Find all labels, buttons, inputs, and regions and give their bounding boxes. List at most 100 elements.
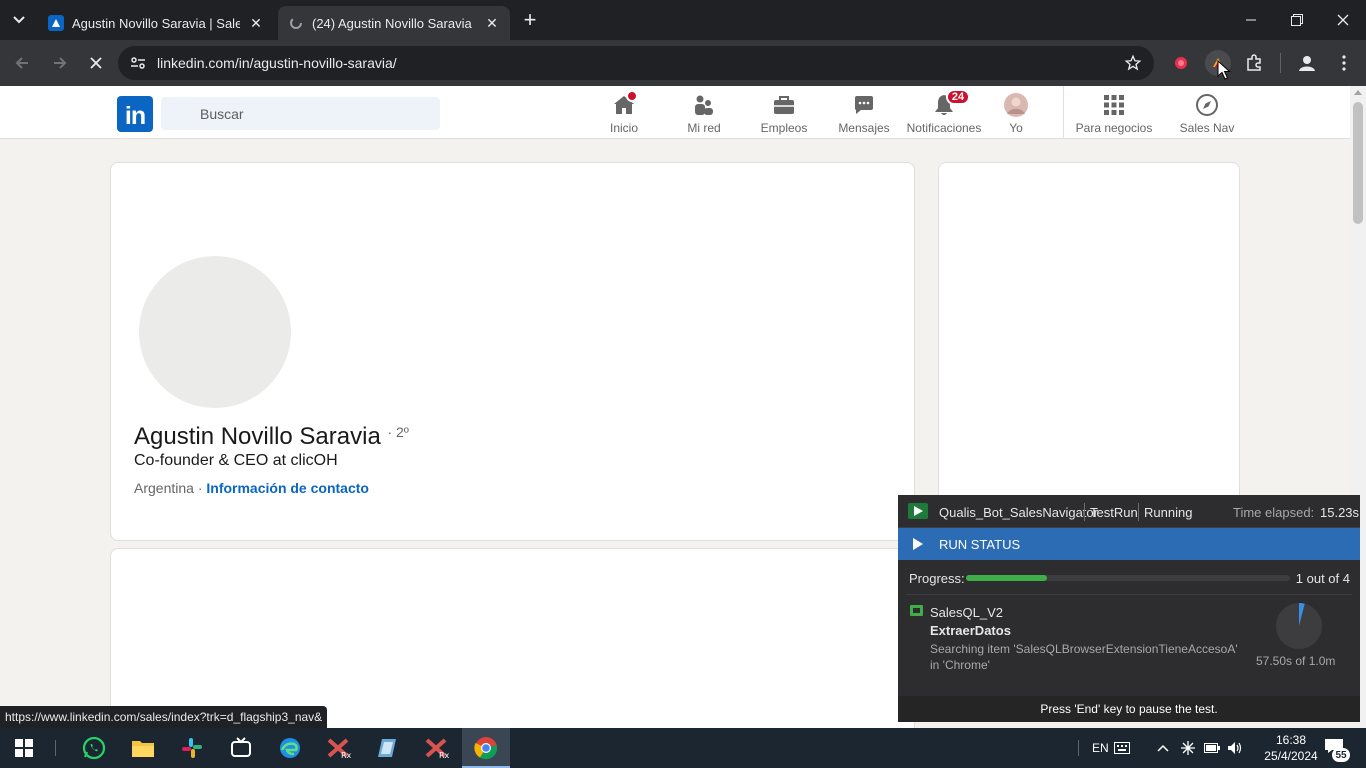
progress-bar-fill <box>966 575 1047 581</box>
test-name: Qualis_Bot_SalesNavigator <box>939 505 1098 520</box>
messaging-icon <box>852 93 876 117</box>
tab-search-button[interactable] <box>6 8 32 32</box>
svg-text:Rx: Rx <box>341 751 352 759</box>
nav-inicio[interactable]: Inicio <box>584 86 664 139</box>
scroll-up-arrow-icon[interactable] <box>1354 90 1362 95</box>
stop-loading-button[interactable] <box>82 49 110 77</box>
taskbar-whatsapp[interactable] <box>70 728 118 768</box>
linkedin-header: in Buscar Inicio Mi red Empleos Mensajes… <box>0 86 1350 139</box>
profile-photo-placeholder[interactable] <box>139 256 291 408</box>
nav-label: Yo <box>1009 121 1023 135</box>
run-type: TestRun <box>1090 505 1138 520</box>
step-name: ExtraerDatos <box>930 623 1011 638</box>
notification-count: 55 <box>1332 748 1350 762</box>
taskbar-slack[interactable] <box>168 728 216 768</box>
taskbar-file-explorer[interactable] <box>119 728 167 768</box>
step-description: Searching item 'SalesQLBrowserExtensionT… <box>930 642 1238 672</box>
back-button[interactable] <box>8 49 36 77</box>
scrollbar-thumb[interactable] <box>1353 102 1363 224</box>
search-input[interactable]: Buscar <box>161 97 440 130</box>
address-bar[interactable]: linkedin.com/in/agustin-novillo-saravia/ <box>118 46 1154 80</box>
url-text[interactable]: linkedin.com/in/agustin-novillo-saravia/ <box>157 55 397 71</box>
briefcase-icon <box>772 93 796 117</box>
close-tab-icon[interactable]: ✕ <box>482 13 502 33</box>
taskbar-rx-tool[interactable]: Rx <box>315 728 363 768</box>
clock-time: 16:38 <box>1275 733 1307 747</box>
close-tab-icon[interactable]: ✕ <box>246 13 266 33</box>
run-state: Running <box>1144 505 1193 520</box>
battery-icon[interactable] <box>1204 728 1220 768</box>
profile-avatar-icon[interactable] <box>1294 50 1320 76</box>
extension-red-icon[interactable] <box>1168 50 1194 76</box>
elapsed-label: Time elapsed: <box>1233 505 1315 520</box>
test-case-name: SalesQL_V2 <box>930 605 1003 620</box>
chrome-menu-icon[interactable] <box>1331 50 1357 76</box>
bookmark-star-icon[interactable] <box>1122 52 1144 74</box>
run-status-bar[interactable]: RUN STATUS <box>898 528 1360 560</box>
tab-title: (24) Agustin Novillo Saravia | LinkedIn <box>312 15 476 31</box>
timer-text: 57.50s of 1.0m <box>1256 654 1336 668</box>
nav-notificaciones[interactable]: 24 Notificaciones <box>904 86 984 139</box>
notification-count-badge: 24 <box>946 89 970 105</box>
notification-dot <box>626 90 638 102</box>
restore-button[interactable] <box>1274 0 1320 40</box>
edge-icon <box>280 738 300 758</box>
windows-logo-icon <box>15 739 33 757</box>
nav-mensajes[interactable]: Mensajes <box>824 86 904 139</box>
keyboard-icon[interactable] <box>1114 728 1130 768</box>
contact-info-link[interactable]: Información de contacto <box>206 480 369 496</box>
arrow-right-icon <box>54 57 67 69</box>
taskbar-divider <box>55 740 56 756</box>
search-placeholder: Buscar <box>200 106 244 122</box>
close-icon <box>1337 14 1349 26</box>
network-tray-icon[interactable] <box>1181 728 1195 768</box>
extensions-puzzle-icon[interactable] <box>1241 50 1267 76</box>
start-button[interactable] <box>0 728 48 768</box>
run-status-title: RUN STATUS <box>939 537 1021 552</box>
site-info-icon[interactable] <box>128 53 148 73</box>
progress-bar <box>966 575 1290 581</box>
show-hidden-icons-chevron-icon[interactable] <box>1157 728 1169 768</box>
nav-para-negocios[interactable]: Para negocios <box>1074 86 1154 139</box>
volume-icon[interactable] <box>1227 728 1243 768</box>
nav-empleos[interactable]: Empleos <box>744 86 824 139</box>
close-window-button[interactable] <box>1320 0 1366 40</box>
taskbar-edge[interactable] <box>266 728 314 768</box>
run-play-icon <box>908 503 928 519</box>
system-clock[interactable]: 16:38 25/4/2024 <box>1262 732 1320 764</box>
link-status-url: https://www.linkedin.com/sales/index?trk… <box>0 706 328 728</box>
grid-icon <box>1102 93 1126 117</box>
language-indicator[interactable]: EN <box>1092 728 1109 768</box>
profile-section-card <box>110 548 915 728</box>
rx-icon: Rx <box>327 738 352 759</box>
forward-button[interactable] <box>46 49 74 77</box>
notification-center-button[interactable]: 55 <box>1322 736 1350 762</box>
nav-yo[interactable]: Yo <box>976 86 1056 139</box>
taskbar-chrome[interactable] <box>462 728 510 768</box>
nav-label: Empleos <box>760 121 808 135</box>
nav-label: Inicio <box>609 121 638 135</box>
taskbar-notes-app[interactable] <box>364 728 412 768</box>
taskbar-rx-tool-2[interactable]: Rx <box>413 728 461 768</box>
toolbar-divider <box>1280 53 1281 73</box>
profile-top-card: Agustin Novillo Saravia · 2º Co-founder … <box>110 162 915 541</box>
expand-arrow-icon <box>913 538 923 550</box>
right-rail-card <box>938 162 1240 507</box>
tv-app-icon <box>231 737 251 757</box>
browser-tab[interactable]: Agustin Novillo Saravia | Sales Navigato… <box>38 6 274 40</box>
browser-tab-active[interactable]: (24) Agustin Novillo Saravia | LinkedIn … <box>278 6 510 40</box>
slack-icon <box>182 738 202 758</box>
chevron-down-icon <box>13 16 25 24</box>
profile-location: Argentina · <box>134 480 203 496</box>
linkedin-logo[interactable]: in <box>117 96 153 132</box>
taskbar-app-icon[interactable] <box>217 728 265 768</box>
nav-mi-red[interactable]: Mi red <box>664 86 744 139</box>
nav-label: Mensajes <box>838 121 890 135</box>
new-tab-button[interactable]: + <box>518 7 542 32</box>
mouse-cursor-icon <box>1217 60 1231 80</box>
header-divider <box>1138 503 1139 521</box>
nav-sales-nav[interactable]: Sales Nav <box>1167 86 1247 139</box>
chrome-icon <box>474 737 498 760</box>
minimize-button[interactable] <box>1228 0 1274 40</box>
windows-taskbar: Rx Rx EN 16:38 25/4/2024 55 <box>0 728 1366 768</box>
